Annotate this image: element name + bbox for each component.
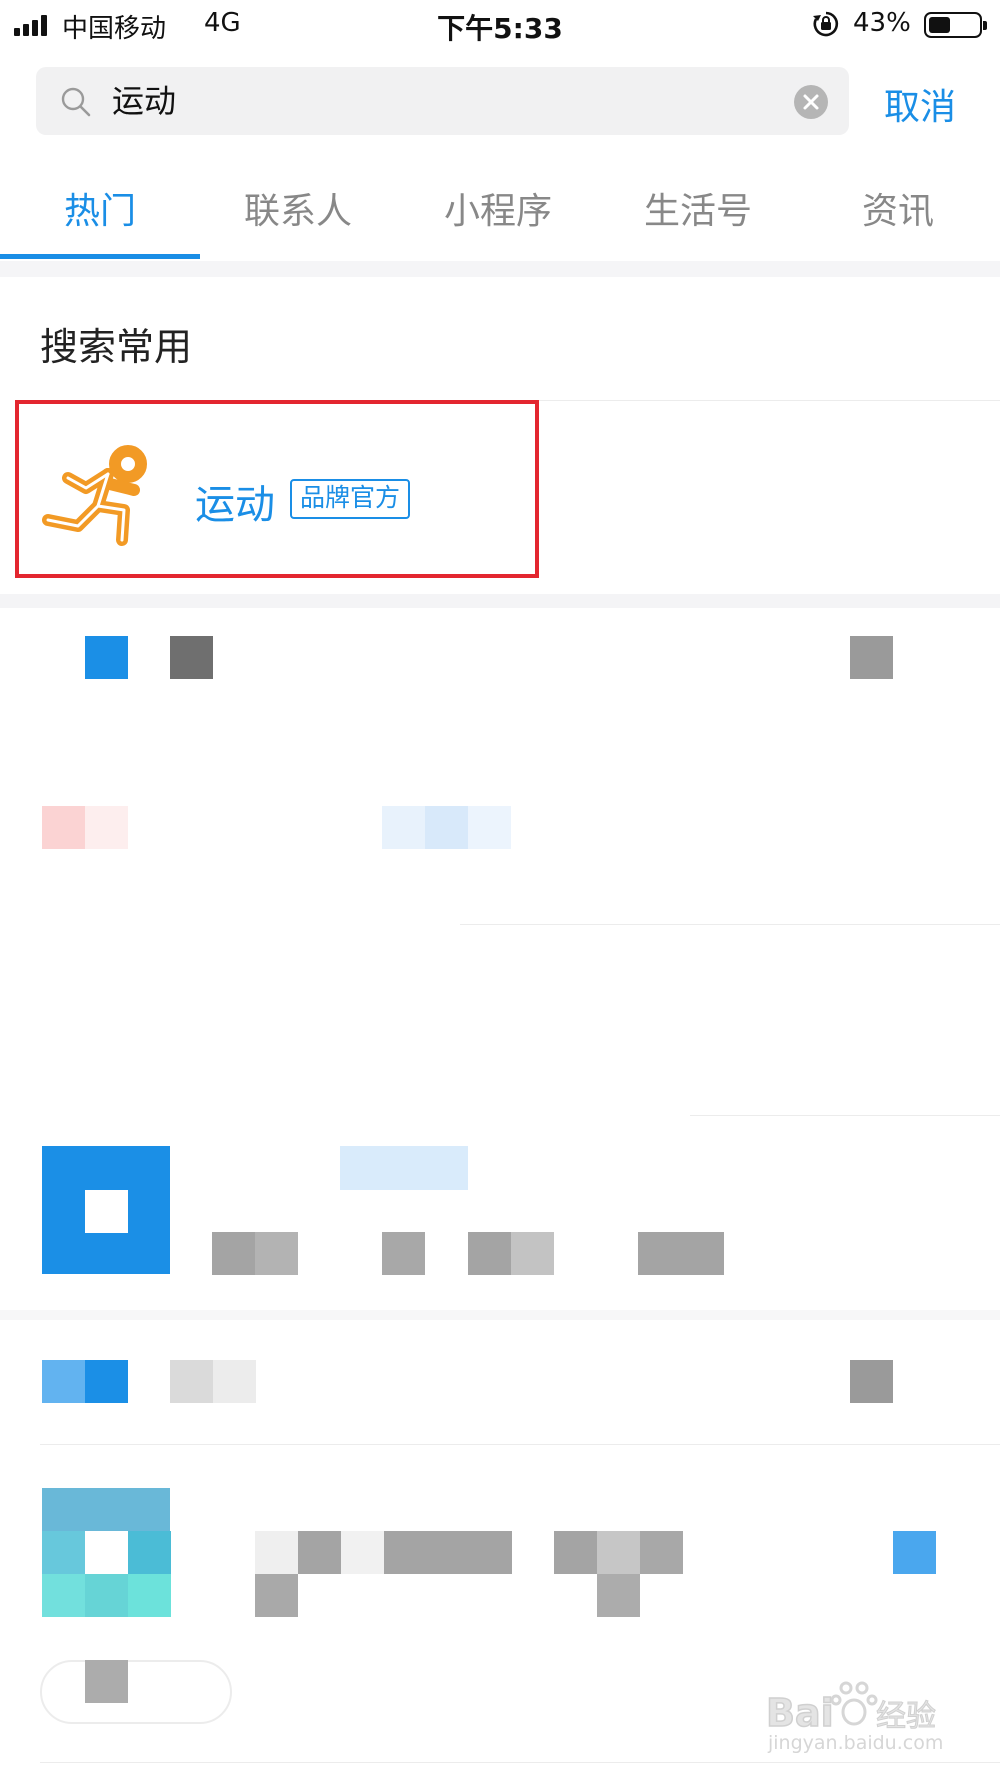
- mosaic-block: [468, 806, 511, 849]
- mosaic-block: [255, 1232, 298, 1275]
- mosaic-block: [85, 636, 128, 679]
- status-bar: 中国移动 4G 下午5:33 43%: [0, 0, 1000, 50]
- mosaic-block: [341, 1531, 384, 1574]
- app-name[interactable]: 运动: [195, 472, 275, 530]
- tab-life-accounts[interactable]: 生活号: [598, 182, 798, 234]
- mosaic-block: [640, 1531, 683, 1574]
- divider: [460, 924, 1000, 925]
- mosaic-block: [85, 1574, 128, 1617]
- search-box[interactable]: [36, 67, 849, 135]
- mosaic-block: [554, 1531, 597, 1574]
- divider: [690, 1115, 1000, 1116]
- mosaic-block: [128, 1531, 171, 1574]
- mosaic-block: [382, 1232, 425, 1275]
- mosaic-block: [597, 1574, 640, 1617]
- battery-icon: [924, 12, 987, 38]
- divider: [40, 1444, 1000, 1445]
- watermark-url: jingyan.baidu.com: [768, 1732, 944, 1754]
- active-tab-indicator: [0, 254, 200, 259]
- mosaic-block: [42, 806, 85, 849]
- tag-pill[interactable]: [40, 1660, 232, 1724]
- mosaic-block: [638, 1232, 724, 1275]
- mosaic-block: [170, 1360, 213, 1403]
- mosaic-block: [213, 1360, 256, 1403]
- tab-news[interactable]: 资讯: [798, 182, 998, 234]
- mosaic-block: [85, 806, 128, 849]
- rotation-lock-icon: [813, 11, 839, 37]
- mosaic-block: [255, 1531, 298, 1574]
- divider-band: [0, 1310, 1000, 1320]
- mosaic-block: [425, 806, 468, 849]
- mosaic-block: [42, 1488, 170, 1531]
- mosaic-block: [340, 1146, 468, 1190]
- svg-text:经验: 经验: [876, 1699, 936, 1734]
- search-input[interactable]: [112, 67, 712, 135]
- mosaic-block: [511, 1232, 554, 1275]
- mosaic-block: [850, 1360, 893, 1403]
- battery-percent: 43%: [853, 8, 911, 38]
- svg-text:Bai: Bai: [766, 1691, 834, 1735]
- tab-bar: 热门 联系人 小程序 生活号 资讯: [0, 170, 1000, 260]
- mosaic-block: [85, 1660, 128, 1703]
- mosaic-block: [85, 1531, 128, 1574]
- mosaic-block: [850, 636, 893, 679]
- divider-band: [0, 261, 1000, 277]
- runner-icon[interactable]: [38, 444, 156, 554]
- tab-contacts[interactable]: 联系人: [198, 182, 398, 234]
- tab-mini-programs[interactable]: 小程序: [398, 182, 598, 234]
- mosaic-block: [893, 1531, 936, 1574]
- mosaic-block: [85, 1360, 128, 1403]
- section-title: 搜索常用: [40, 325, 193, 369]
- cancel-button[interactable]: 取消: [884, 78, 956, 130]
- mosaic-block: [42, 1360, 85, 1403]
- clock: 下午5:33: [437, 12, 563, 45]
- mosaic-block: [255, 1574, 298, 1617]
- divider-band: [0, 594, 1000, 608]
- clear-icon[interactable]: [794, 85, 828, 119]
- mosaic-block: [170, 636, 213, 679]
- mosaic-block: [85, 1190, 128, 1233]
- search-icon: [61, 87, 91, 117]
- mosaic-block: [468, 1232, 511, 1275]
- mosaic-block: [42, 1531, 85, 1574]
- mosaic-block: [382, 806, 425, 849]
- brand-official-badge: 品牌官方: [290, 479, 411, 519]
- mosaic-block: [298, 1531, 341, 1574]
- mosaic-block: [128, 1574, 171, 1617]
- mosaic-block: [212, 1232, 255, 1275]
- mosaic-block: [597, 1531, 640, 1574]
- tab-hot[interactable]: 热门: [0, 182, 200, 234]
- mosaic-block: [42, 1574, 85, 1617]
- mosaic-block: [384, 1531, 512, 1574]
